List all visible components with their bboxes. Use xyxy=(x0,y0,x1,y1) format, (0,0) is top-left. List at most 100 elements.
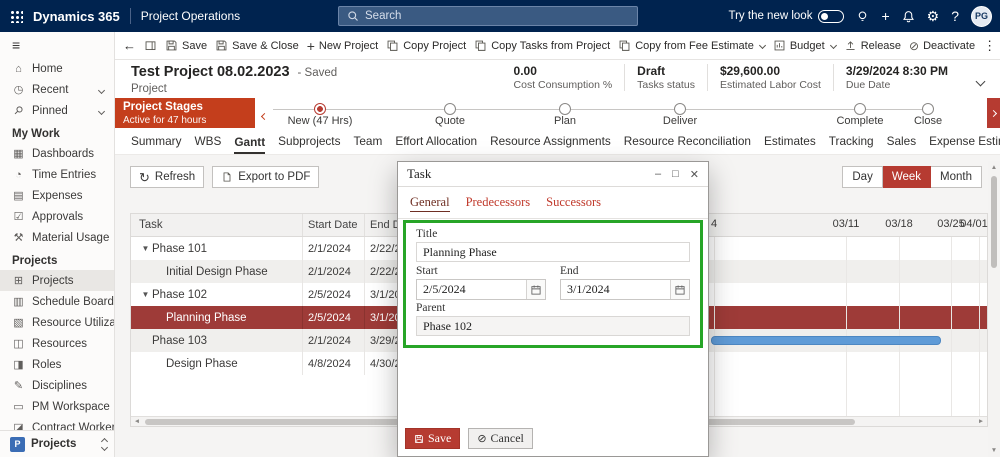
copy-fee-estimate-button[interactable]: Copy from Fee Estimate xyxy=(614,35,769,57)
sidebar-item-pinned[interactable]: ⚲ Pinned xyxy=(0,100,114,121)
stage-dot-plan[interactable] xyxy=(559,103,571,115)
calendar-icon[interactable] xyxy=(526,280,545,299)
save-and-close-button[interactable]: Save & Close xyxy=(211,35,303,57)
tab-resource-reconciliation[interactable]: Resource Reconciliation xyxy=(624,134,751,154)
new-project-button[interactable]: + New Project xyxy=(303,35,382,57)
title-input[interactable]: Planning Phase xyxy=(416,242,690,262)
resources-icon: ◫ xyxy=(13,338,24,350)
save-button[interactable]: Save xyxy=(405,428,461,449)
maximize-icon[interactable]: □ xyxy=(672,168,679,181)
tab-estimates[interactable]: Estimates xyxy=(764,134,816,154)
scroll-right-arrow-icon[interactable]: ► xyxy=(975,418,987,425)
sidebar-item-pm-workspace[interactable]: ▭ PM Workspace xyxy=(0,396,114,417)
start-date-input[interactable]: 2/5/2024 xyxy=(416,279,546,300)
week-view-button[interactable]: Week xyxy=(882,166,932,188)
dialog-titlebar: Task – □ ✕ xyxy=(398,162,708,187)
waffle-menu-icon[interactable] xyxy=(10,9,23,23)
gantt-bar-phase-103[interactable] xyxy=(711,336,941,345)
stage-dot-complete[interactable] xyxy=(854,103,866,115)
scroll-down-arrow-icon[interactable]: ▼ xyxy=(991,447,997,454)
lightbulb-icon[interactable] xyxy=(856,10,869,23)
minimize-icon[interactable]: – xyxy=(655,168,661,181)
stage-dot-new[interactable] xyxy=(314,103,326,115)
hamburger-menu-icon[interactable]: ≡ xyxy=(0,32,114,58)
day-view-button[interactable]: Day xyxy=(842,166,883,188)
sidebar-item-approvals[interactable]: ☑ Approvals xyxy=(0,206,114,227)
save-button[interactable]: Save xyxy=(161,35,211,57)
stage-dot-quote[interactable] xyxy=(444,103,456,115)
bpf-next-stage-chevron-icon[interactable] xyxy=(987,98,1000,128)
copy-tasks-button[interactable]: Copy Tasks from Project xyxy=(470,35,614,57)
header-expand-chevron-icon[interactable] xyxy=(975,74,986,88)
budget-button[interactable]: Budget xyxy=(769,35,840,57)
cancel-button[interactable]: ⊘ Cancel xyxy=(468,428,533,449)
dialog-tab-predecessors[interactable]: Predecessors xyxy=(466,195,531,212)
timeline-date-label: 03/11 xyxy=(832,218,860,230)
stage-dot-deliver[interactable] xyxy=(674,103,686,115)
stage-dot-close[interactable] xyxy=(922,103,934,115)
tab-team[interactable]: Team xyxy=(353,134,382,154)
tab-gantt[interactable]: Gantt xyxy=(234,135,266,154)
tab-expense-estimates[interactable]: Expense Estimates xyxy=(929,134,1000,154)
dialog-tab-successors[interactable]: Successors xyxy=(546,195,601,212)
dialog-tab-general[interactable]: General xyxy=(410,195,450,212)
sidebar-item-resource-utilization[interactable]: ▧ Resource Utilization xyxy=(0,312,114,333)
bpf-collapse-chevron-icon[interactable] xyxy=(260,108,269,122)
sidebar-item-dashboards[interactable]: ▦ Dashboards xyxy=(0,143,114,164)
scroll-left-arrow-icon[interactable]: ◄ xyxy=(131,418,143,425)
deactivate-button[interactable]: ⊘ Deactivate xyxy=(905,35,979,57)
sidebar-item-roles[interactable]: ◨ Roles xyxy=(0,354,114,375)
tab-sales[interactable]: Sales xyxy=(887,134,917,154)
back-button[interactable]: ← xyxy=(119,35,140,57)
saved-status: - Saved xyxy=(297,67,338,79)
sidebar-item-projects[interactable]: ⊞ Projects xyxy=(0,270,114,291)
active-stage-box[interactable]: Project Stages Active for 47 hours xyxy=(115,98,255,128)
month-view-button[interactable]: Month xyxy=(931,166,982,188)
more-commands-icon[interactable]: ⋮ xyxy=(979,35,1000,57)
stage-label-close: Close xyxy=(913,115,943,127)
release-button[interactable]: Release xyxy=(840,35,905,57)
end-date-input[interactable]: 3/1/2024 xyxy=(560,279,690,300)
export-pdf-button[interactable]: Export to PDF xyxy=(212,166,320,188)
sidebar-item-recent[interactable]: ◷ Recent xyxy=(0,79,114,100)
calendar-icon[interactable] xyxy=(670,280,689,299)
vertical-scrollbar[interactable]: ▲ ▼ xyxy=(988,161,1000,457)
expand-caret-icon[interactable]: ▼ xyxy=(139,290,152,299)
sidebar-item-material-usage[interactable]: ⚒ Material Usage xyxy=(0,227,114,248)
vertical-scroll-thumb[interactable] xyxy=(991,176,997,268)
area-switcher[interactable]: P Projects xyxy=(0,430,114,457)
bell-icon[interactable] xyxy=(902,10,915,23)
copy-project-button[interactable]: Copy Project xyxy=(382,35,470,57)
sidebar: ≡ ⌂ Home ◷ Recent ⚲ Pinned My Work ▦ Dash… xyxy=(0,32,115,457)
column-header-task[interactable]: Task xyxy=(131,214,303,236)
column-header-start-date[interactable]: Start Date xyxy=(303,214,365,236)
side-pane-icon[interactable] xyxy=(140,35,161,57)
add-icon[interactable]: + xyxy=(881,9,889,23)
tab-wbs[interactable]: WBS xyxy=(194,134,221,154)
sidebar-item-schedule-board[interactable]: ▥ Schedule Board xyxy=(0,291,114,312)
dialog-title: Task xyxy=(407,166,432,181)
new-look-toggle[interactable] xyxy=(818,9,845,23)
help-icon[interactable]: ? xyxy=(951,9,959,23)
tab-effort-allocation[interactable]: Effort Allocation xyxy=(395,134,477,154)
sidebar-item-time-entries[interactable]: ◔ Time Entries xyxy=(0,164,114,185)
expand-caret-icon[interactable]: ▼ xyxy=(139,244,152,253)
sidebar-item-expenses[interactable]: ▤ Expenses xyxy=(0,185,114,206)
tab-subprojects[interactable]: Subprojects xyxy=(278,134,340,154)
user-avatar[interactable]: PG xyxy=(971,5,992,27)
sidebar-item-home[interactable]: ⌂ Home xyxy=(0,58,114,79)
tab-resource-assignments[interactable]: Resource Assignments xyxy=(490,134,611,154)
entity-tab-strip: Summary WBS Gantt Subprojects Team Effor… xyxy=(115,128,1000,155)
tab-tracking[interactable]: Tracking xyxy=(829,134,874,154)
parent-lookup-field[interactable]: Phase 102 xyxy=(416,316,690,336)
sidebar-item-disciplines[interactable]: ✎ Disciplines xyxy=(0,375,114,396)
refresh-button[interactable]: ↻ Refresh xyxy=(130,166,205,188)
app-area-label[interactable]: Project Operations xyxy=(141,9,240,23)
tab-summary[interactable]: Summary xyxy=(131,134,181,154)
sidebar-item-resources[interactable]: ◫ Resources xyxy=(0,333,114,354)
area-switcher-icon[interactable] xyxy=(100,437,109,451)
gear-icon[interactable]: ⚙ xyxy=(927,9,940,23)
search-input[interactable]: Search xyxy=(338,6,638,26)
close-icon[interactable]: ✕ xyxy=(690,168,699,181)
scroll-up-arrow-icon[interactable]: ▲ xyxy=(991,164,997,171)
